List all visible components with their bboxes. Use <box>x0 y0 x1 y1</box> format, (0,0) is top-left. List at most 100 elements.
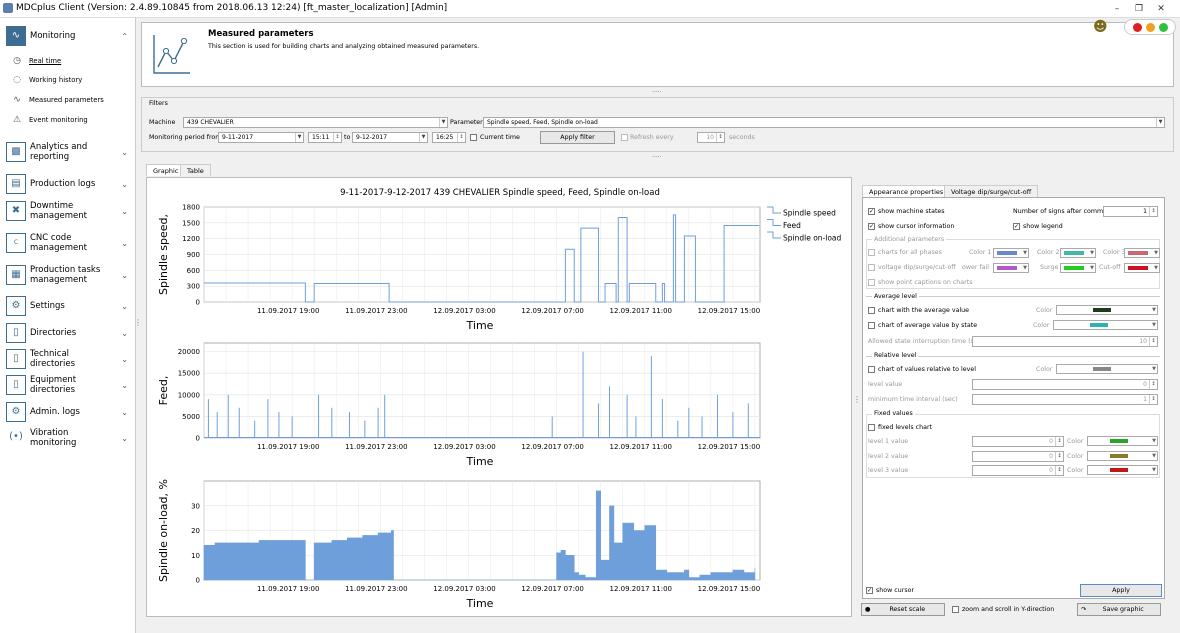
to-time-input[interactable]: 16:25 ↕ <box>432 132 466 143</box>
yellow-light-icon <box>1146 23 1155 32</box>
y-tick-label: 30 <box>191 502 200 510</box>
point-captions-checkbox[interactable] <box>868 279 875 286</box>
code-icon: C <box>6 233 26 253</box>
color2-picker[interactable]: ▼ <box>1060 248 1096 258</box>
signs-input[interactable]: 1 ↕ <box>1103 206 1158 217</box>
show-machine-states-checkbox[interactable]: ✓ <box>868 208 875 215</box>
chart-svg[interactable]: 9-11-2017-9-12-2017 439 CHEVALIER Spindl… <box>147 178 853 618</box>
sidebar-production-logs[interactable]: ▤ Production logs ⌄ <box>6 174 132 194</box>
color1-picker[interactable]: ▼ <box>993 248 1029 258</box>
level3-input[interactable]: 0 ↕ <box>972 465 1064 476</box>
sidebar-cnc-code[interactable]: C CNC code management ⌄ <box>6 233 132 253</box>
from-date-input[interactable]: 9-11-2017 ▼ <box>218 132 304 143</box>
chart-avg-state-checkbox[interactable] <box>868 322 875 329</box>
relative-color-picker[interactable]: ▼ <box>1056 364 1158 374</box>
show-cursor-checkbox[interactable]: ✓ <box>866 587 873 594</box>
sidebar-monitoring[interactable]: ∿ Monitoring ⌃ <box>6 26 132 46</box>
chart-relative-checkbox[interactable] <box>868 366 875 373</box>
level2-input[interactable]: 0 ↕ <box>972 451 1064 462</box>
spinner-icon[interactable]: ↕ <box>1149 395 1157 404</box>
min-interval-input[interactable]: 1 ↕ <box>972 394 1158 405</box>
refresh-interval-input[interactable]: 10 ↕ <box>697 132 725 143</box>
show-legend-checkbox[interactable]: ✓ <box>1013 223 1020 230</box>
zoom-scroll-checkbox[interactable] <box>952 606 959 613</box>
voltage-dip-checkbox[interactable] <box>868 264 875 271</box>
sidebar-analytics[interactable]: ▩ Analytics and reporting ⌄ <box>6 142 132 162</box>
parameter-select[interactable]: Spindle speed, Feed, Spindle on-load ▼ <box>483 117 1165 128</box>
level2-color-picker[interactable]: ▼ <box>1087 451 1158 461</box>
warning-icon: ⚠ <box>12 115 22 125</box>
sidebar-directories[interactable]: ▯ Directories ⌄ <box>6 323 132 343</box>
show-cursor-label: show cursor <box>876 587 915 594</box>
current-time-checkbox[interactable] <box>470 134 477 141</box>
sidebar-item-measured-parameters[interactable]: ∿ Measured parameters <box>10 94 104 106</box>
sidebar-equipment-directories[interactable]: ▯ Equipment directories ⌄ <box>6 375 132 395</box>
cutoff-color-picker[interactable]: ▼ <box>1124 263 1160 273</box>
tab-table[interactable]: Table <box>180 164 211 176</box>
splitter-handle[interactable]: ⋮ <box>134 318 142 327</box>
maximize-button[interactable]: ❐ <box>1128 2 1150 16</box>
sidebar-production-tasks[interactable]: ▦ Production tasks management ⌄ <box>6 265 132 285</box>
splitter-handle[interactable]: ..... <box>652 87 662 94</box>
power-fail-label: ower fail <box>962 264 990 271</box>
minimize-button[interactable]: – <box>1106 2 1128 16</box>
reset-scale-button[interactable]: ● Reset scale <box>861 603 945 616</box>
chart-avg-checkbox[interactable] <box>868 307 875 314</box>
interruption-input[interactable]: 10 ↕ <box>972 336 1158 347</box>
zoom-scroll-label: zoom and scroll in Y-direction <box>962 606 1055 613</box>
sidebar-technical-directories[interactable]: ▯ Technical directories ⌄ <box>6 349 132 369</box>
sidebar-downtime[interactable]: ✖ Downtime management ⌄ <box>6 201 132 221</box>
apply-filter-button[interactable]: Apply filter <box>540 131 615 144</box>
tab-appearance[interactable]: Appearance properties <box>862 185 951 197</box>
level3-color-picker[interactable]: ▼ <box>1087 465 1158 475</box>
color3-picker[interactable]: ▼ <box>1124 248 1160 258</box>
spinner-icon[interactable]: ↕ <box>1149 337 1157 346</box>
spinner-icon[interactable]: ↕ <box>1055 452 1063 461</box>
surge-color-picker[interactable]: ▼ <box>1060 263 1096 273</box>
chevron-down-icon: ⌄ <box>121 301 128 311</box>
spinner-icon[interactable]: ↕ <box>333 133 341 142</box>
apply-button[interactable]: Apply <box>1080 584 1162 597</box>
fixed-chart-checkbox[interactable] <box>868 424 875 431</box>
save-graphic-button[interactable]: ↷ Save graphic <box>1077 603 1161 616</box>
sidebar-settings[interactable]: ⚙ Settings ⌄ <box>6 296 132 316</box>
to-date-input[interactable]: 9-12-2017 ▼ <box>352 132 428 143</box>
spinner-icon[interactable]: ↕ <box>1149 207 1157 216</box>
avg-color-picker[interactable]: ▼ <box>1056 305 1158 315</box>
spinner-icon[interactable]: ↕ <box>716 133 724 142</box>
close-button[interactable]: ✕ <box>1150 2 1172 16</box>
sidebar: ∿ Monitoring ⌃ ◷ Real time ◌ Working histo… <box>0 18 136 633</box>
power-fail-color-picker[interactable]: ▼ <box>993 263 1029 273</box>
book-icon: ▯ <box>6 323 26 343</box>
sidebar-vibration[interactable]: (•) Vibration monitoring ⌄ <box>6 428 132 448</box>
y-tick-label: 0 <box>196 299 200 307</box>
spinner-icon[interactable]: ↕ <box>1055 437 1063 446</box>
sidebar-item-event-monitoring[interactable]: ⚠ Event monitoring <box>10 114 88 126</box>
level2-label: level 2 value <box>868 453 909 460</box>
spinner-icon[interactable]: ↕ <box>1055 466 1063 475</box>
from-time-input[interactable]: 15:11 ↕ <box>308 132 342 143</box>
level1-color-picker[interactable]: ▼ <box>1087 436 1158 446</box>
show-cursor-info-checkbox[interactable]: ✓ <box>868 223 875 230</box>
chart-avg-state-label: chart of average value by state <box>878 322 978 329</box>
level-value-input[interactable]: 0 ↕ <box>972 379 1158 390</box>
user-icon[interactable]: ☻ <box>1093 19 1108 35</box>
point-captions-label: show point captions on charts <box>878 279 973 286</box>
splitter-handle[interactable]: ⋮ <box>853 395 861 404</box>
avg-state-color-picker[interactable]: ▼ <box>1053 320 1158 330</box>
x-tick-label: 12.09.2017 15:00 <box>698 585 760 593</box>
spinner-icon[interactable]: ↕ <box>1149 380 1157 389</box>
tab-voltage[interactable]: Voltage dip/surge/cut-off <box>944 185 1039 197</box>
page-description: This section is used for building charts… <box>208 43 480 50</box>
chevron-down-icon: ⌄ <box>121 407 128 417</box>
refresh-checkbox[interactable] <box>621 134 628 141</box>
reset-icon: ● <box>865 606 871 613</box>
charts-all-phases-checkbox[interactable] <box>868 249 875 256</box>
splitter-handle[interactable]: ..... <box>652 152 662 159</box>
level1-input[interactable]: 0 ↕ <box>972 436 1064 447</box>
sidebar-item-working-history[interactable]: ◌ Working history <box>10 74 82 86</box>
spinner-icon[interactable]: ↕ <box>457 133 465 142</box>
machine-select[interactable]: 439 CHEVALIER ▼ <box>183 117 448 128</box>
sidebar-admin-logs[interactable]: ⚙ Admin. logs ⌄ <box>6 402 132 422</box>
sidebar-item-real-time[interactable]: ◷ Real time <box>10 55 61 67</box>
